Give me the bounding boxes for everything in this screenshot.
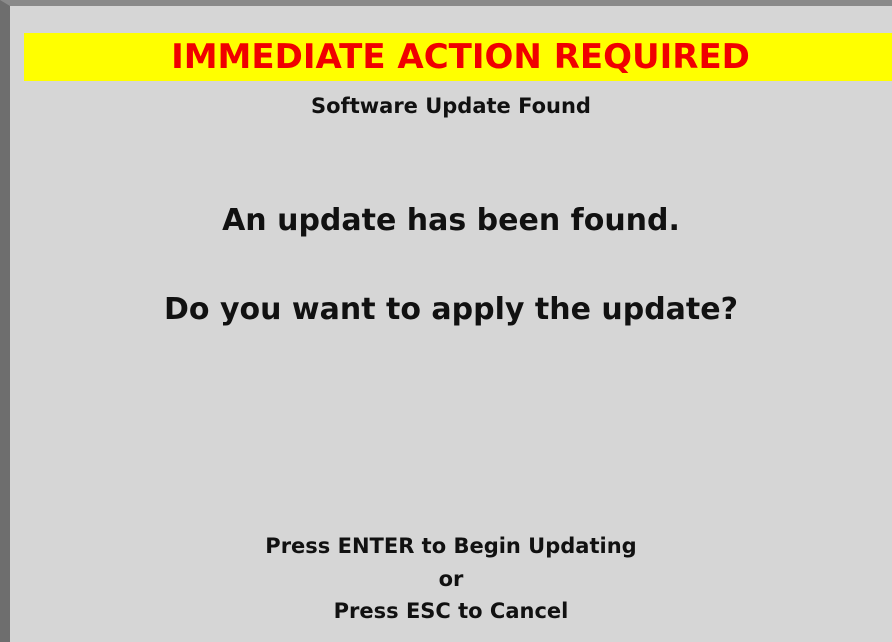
- dialog-subtitle: Software Update Found: [311, 94, 591, 118]
- alert-banner: IMMEDIATE ACTION REQUIRED: [24, 33, 892, 81]
- update-found-message: An update has been found.: [222, 203, 680, 238]
- esc-key-instruction: Press ESC to Cancel: [333, 599, 569, 623]
- update-prompt-screen: IMMEDIATE ACTION REQUIRED Software Updat…: [0, 0, 892, 642]
- enter-key-instruction: Press ENTER to Begin Updating: [265, 534, 637, 558]
- apply-update-question: Do you want to apply the update?: [163, 292, 739, 327]
- or-separator: or: [438, 567, 464, 591]
